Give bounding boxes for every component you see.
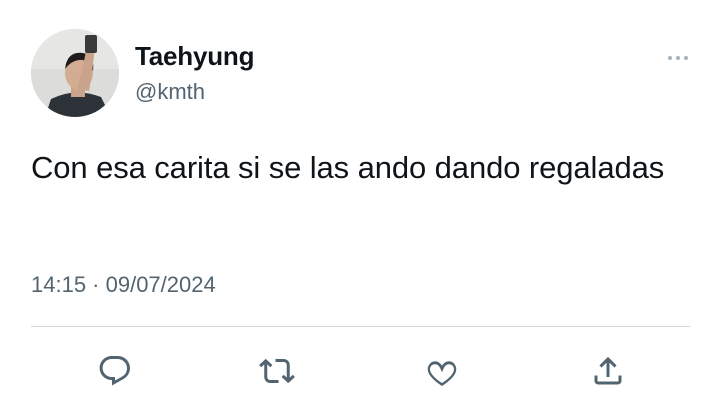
retweet-button[interactable]	[256, 350, 298, 392]
more-options-button[interactable]	[660, 46, 696, 70]
reply-button[interactable]	[94, 350, 136, 392]
share-icon	[594, 356, 622, 385]
author-display-name[interactable]: Taehyung	[135, 41, 254, 72]
like-button[interactable]	[421, 350, 463, 392]
divider	[31, 326, 690, 327]
more-horizontal-icon	[668, 56, 688, 60]
tweet-card: Taehyung @kmth Con esa carita si se las …	[0, 0, 720, 411]
tweet-timestamp[interactable]: 14:15 · 09/07/2024	[31, 272, 216, 298]
reply-icon	[99, 356, 130, 386]
tweet-text: Con esa carita si se las ando dando rega…	[31, 150, 665, 185]
user-avatar-photo-icon	[31, 29, 119, 117]
retweet-icon	[259, 358, 295, 384]
heart-icon	[427, 361, 457, 386]
share-button[interactable]	[587, 350, 629, 392]
author-handle[interactable]: @kmth	[135, 79, 205, 105]
avatar[interactable]	[31, 29, 119, 117]
